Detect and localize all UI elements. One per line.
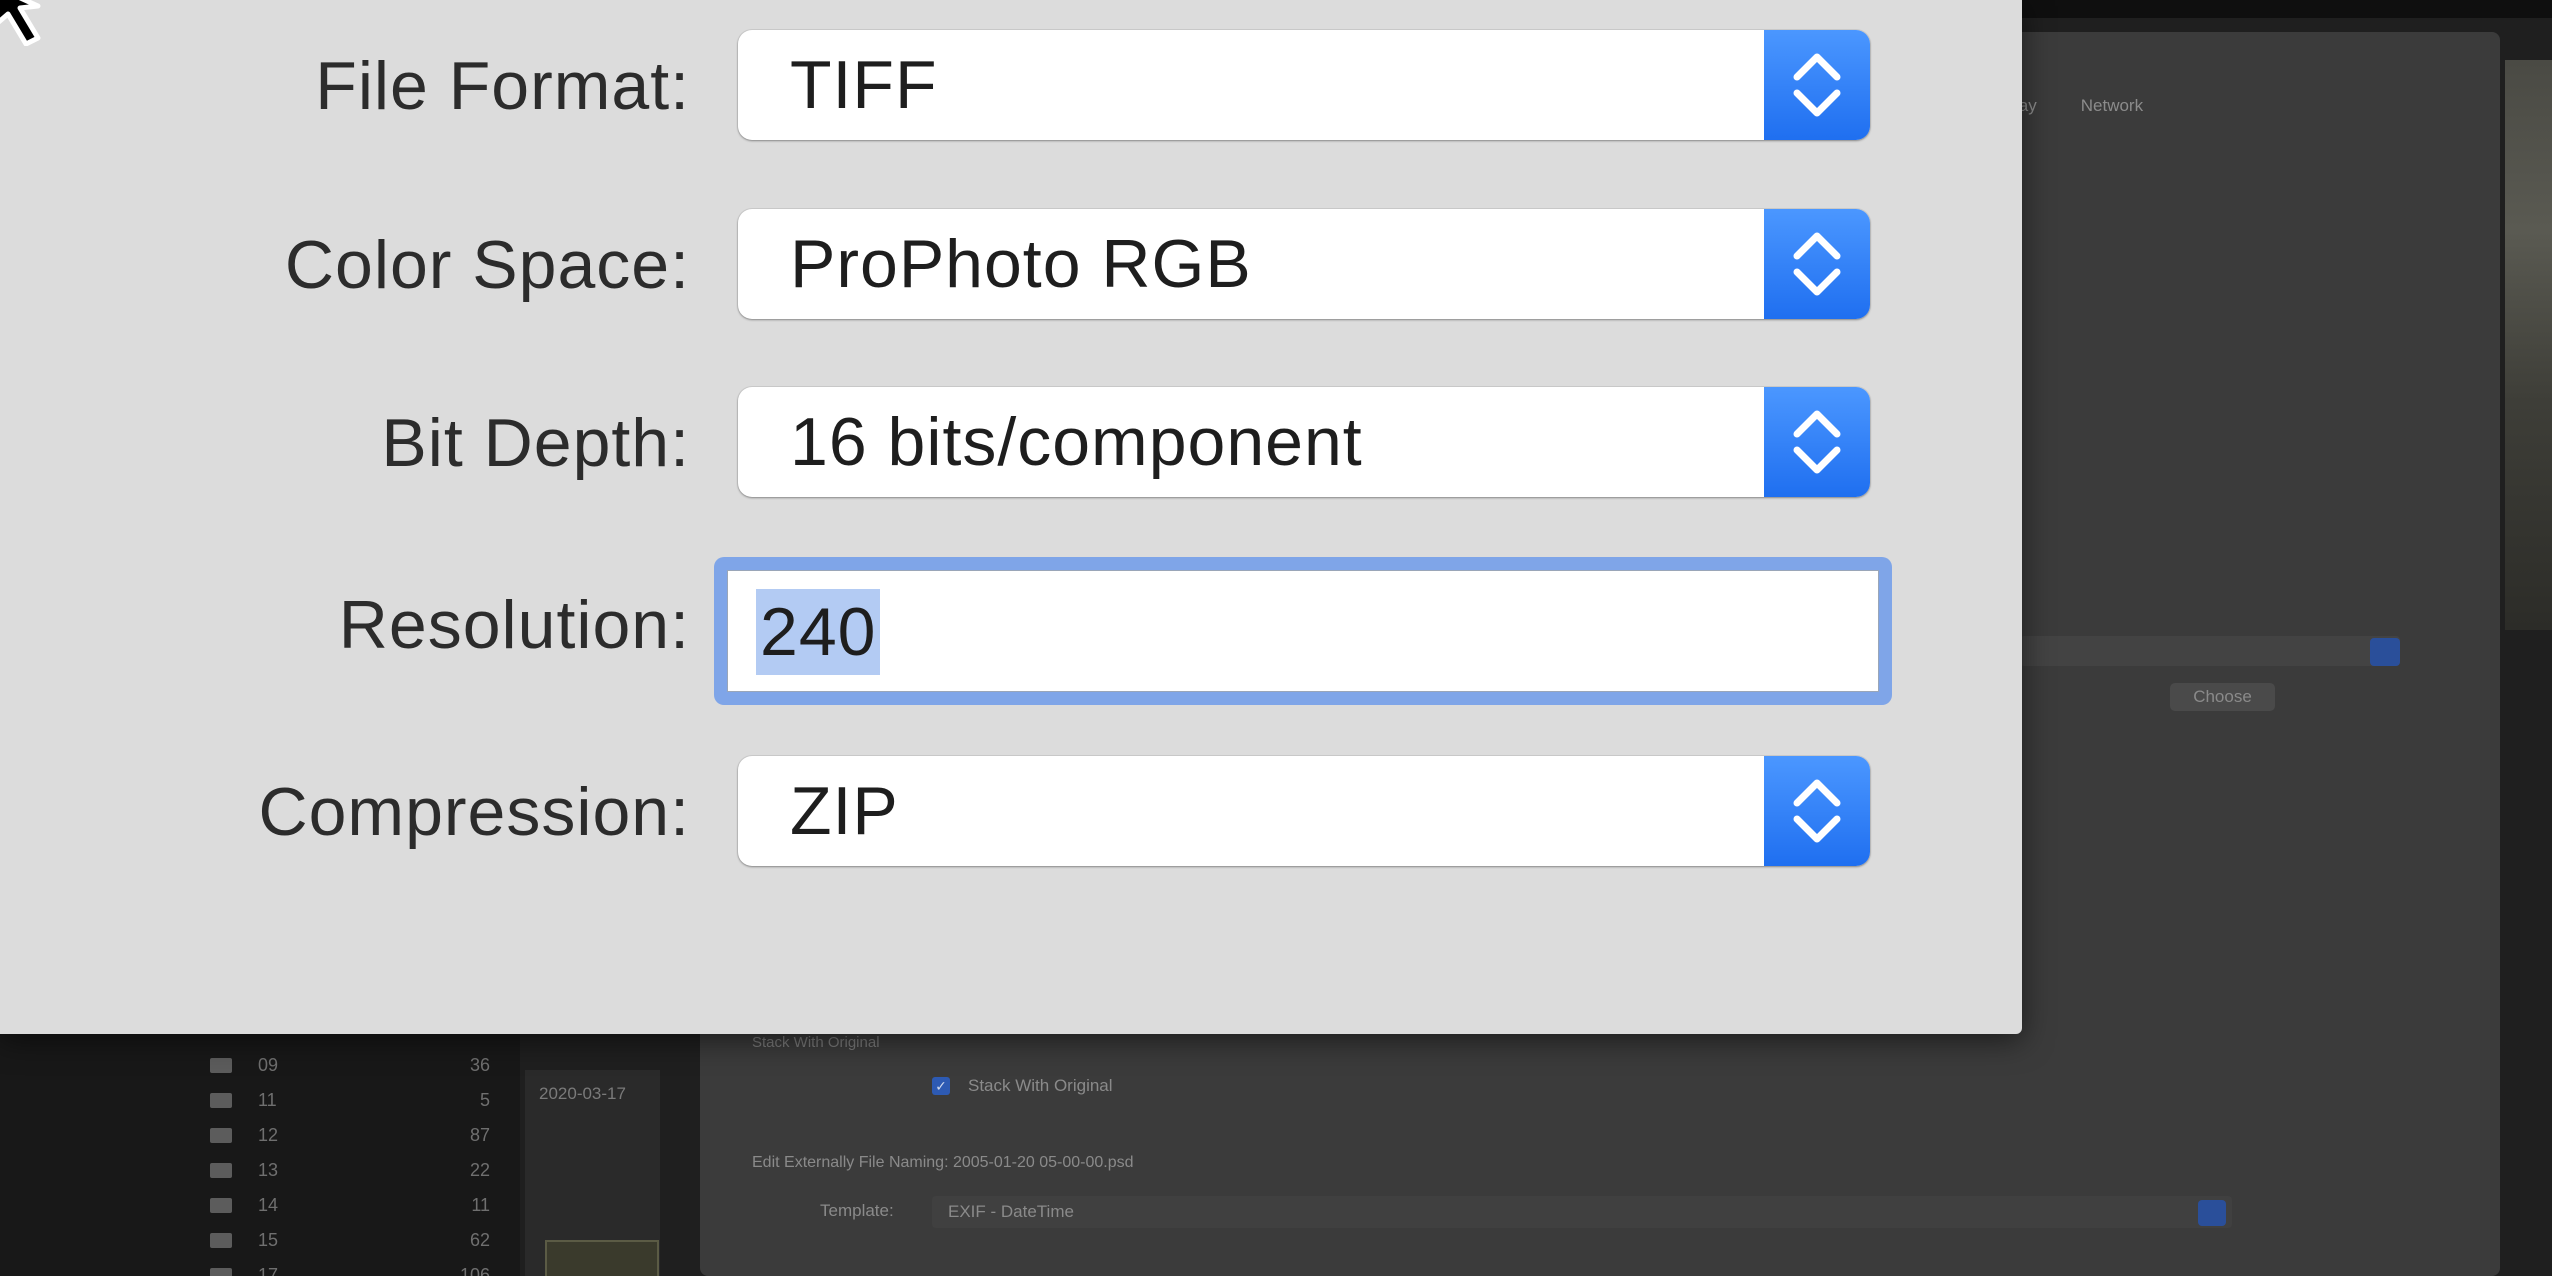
- file-naming-label: Edit Externally File Naming: 2005-01-20 …: [752, 1154, 1134, 1171]
- resolution-focus-ring: 240: [714, 557, 1892, 705]
- folder-icon: [210, 1268, 232, 1276]
- folder-item[interactable]: 12 87: [210, 1118, 490, 1153]
- up-down-chevron-icon: [1793, 410, 1841, 474]
- file-format-stepper[interactable]: [1764, 30, 1870, 140]
- template-popup[interactable]: EXIF - DateTime: [932, 1196, 2232, 1228]
- up-down-chevron-icon: [1793, 232, 1841, 296]
- filmstrip-thumbnail[interactable]: [545, 1240, 659, 1276]
- folder-item[interactable]: 17 106: [210, 1258, 490, 1276]
- compression-value: ZIP: [790, 773, 899, 849]
- folder-icon: [210, 1058, 232, 1073]
- file-settings-dialog: File Format: TIFF Color Space: ProPhoto …: [0, 0, 2022, 1034]
- color-space-stepper[interactable]: [1764, 209, 1870, 319]
- folder-item[interactable]: 14 11: [210, 1188, 490, 1223]
- mouse-pointer-icon: [0, 0, 41, 46]
- folder-icon: [210, 1198, 232, 1213]
- folder-icon: [210, 1163, 232, 1178]
- template-popup-stepper[interactable]: [2198, 1200, 2226, 1226]
- bit-depth-value: 16 bits/component: [790, 404, 1363, 480]
- compression-popup[interactable]: ZIP: [738, 756, 1870, 866]
- folder-item[interactable]: 11 5: [210, 1083, 490, 1118]
- background-top-strip: [2020, 0, 2552, 18]
- file-format-label: File Format:: [315, 48, 690, 124]
- background-popup[interactable]: [2020, 636, 2400, 666]
- screen: lay Network Choose Stack With Original ✓…: [0, 0, 2552, 1276]
- background-tabs: lay Network: [2015, 96, 2143, 116]
- template-label: Template:: [820, 1201, 894, 1220]
- stack-checkbox-label: Stack With Original: [968, 1076, 1113, 1095]
- up-down-chevron-icon: [1793, 779, 1841, 843]
- folder-item[interactable]: 09 36: [210, 1048, 490, 1083]
- folder-item[interactable]: 13 22: [210, 1153, 490, 1188]
- compression-label: Compression:: [258, 774, 690, 850]
- stack-section-title: Stack With Original: [752, 1034, 880, 1051]
- folder-list: 09 36 11 5 12 87 13 22 14 11 15 62 17 106: [210, 1048, 490, 1276]
- resolution-row: Resolution: 240: [0, 557, 1900, 705]
- background-popup-stepper[interactable]: [2370, 638, 2400, 666]
- color-space-popup[interactable]: ProPhoto RGB: [738, 209, 1870, 319]
- up-down-chevron-icon: [1793, 53, 1841, 117]
- color-space-row: Color Space: ProPhoto RGB: [0, 209, 1900, 321]
- color-space-label: Color Space:: [284, 227, 690, 303]
- color-space-value: ProPhoto RGB: [790, 226, 1252, 302]
- resolution-value: 240: [756, 589, 881, 675]
- resolution-field[interactable]: 240: [727, 570, 1879, 692]
- folder-icon: [210, 1233, 232, 1248]
- bit-depth-row: Bit Depth: 16 bits/component: [0, 387, 1900, 499]
- folder-icon: [210, 1128, 232, 1143]
- resolution-label: Resolution:: [338, 587, 690, 663]
- stack-checkbox[interactable]: ✓: [932, 1077, 950, 1095]
- filmstrip-header-label: 2020-03-17: [539, 1084, 626, 1103]
- template-popup-value: EXIF - DateTime: [948, 1202, 1074, 1221]
- folder-item[interactable]: 15 62: [210, 1223, 490, 1258]
- background-photo: [2505, 60, 2552, 630]
- file-format-value: TIFF: [790, 47, 938, 123]
- compression-stepper[interactable]: [1764, 756, 1870, 866]
- bit-depth-popup[interactable]: 16 bits/component: [738, 387, 1870, 497]
- background-tab-network[interactable]: Network: [2081, 96, 2143, 116]
- folder-icon: [210, 1093, 232, 1108]
- compression-row: Compression: ZIP: [0, 756, 1900, 868]
- bit-depth-label: Bit Depth:: [381, 405, 690, 481]
- bit-depth-stepper[interactable]: [1764, 387, 1870, 497]
- file-format-popup[interactable]: TIFF: [738, 30, 1870, 140]
- choose-button[interactable]: Choose: [2170, 683, 2275, 711]
- file-format-row: File Format: TIFF: [0, 30, 1900, 142]
